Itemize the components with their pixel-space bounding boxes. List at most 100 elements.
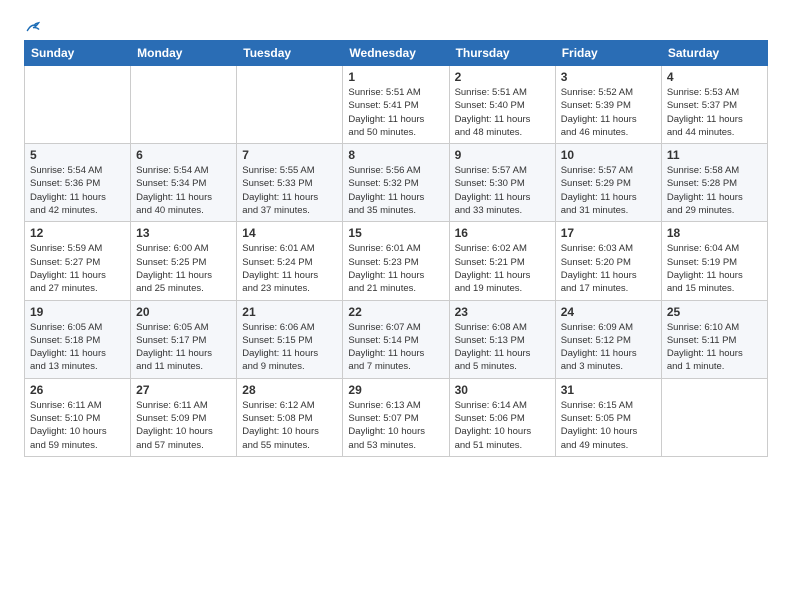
calendar-cell: 14 Sunrise: 6:01 AMSunset: 5:24 PMDayligh… <box>237 222 343 300</box>
cell-content: Sunrise: 6:12 AMSunset: 5:08 PMDaylight:… <box>242 399 337 452</box>
calendar-cell: 5 Sunrise: 5:54 AMSunset: 5:36 PMDaylight… <box>25 144 131 222</box>
calendar-cell: 13Sunrise: 6:00 AMSunset: 5:25 PMDayligh… <box>131 222 237 300</box>
calendar-cell: 17 Sunrise: 6:03 AMSunset: 5:20 PMDayligh… <box>555 222 661 300</box>
day-number: 31 <box>561 383 656 397</box>
calendar-cell: 23 Sunrise: 6:08 AMSunset: 5:13 PMDayligh… <box>449 300 555 378</box>
calendar-cell: 6Sunrise: 5:54 AMSunset: 5:34 PMDaylight… <box>131 144 237 222</box>
cell-content: Sunrise: 6:09 AMSunset: 5:12 PMDaylight:… <box>561 321 656 374</box>
calendar-cell: 1 Sunrise: 5:51 AMSunset: 5:41 PMDaylight… <box>343 66 449 144</box>
calendar-cell: 16 Sunrise: 6:02 AMSunset: 5:21 PMDayligh… <box>449 222 555 300</box>
day-number: 20 <box>136 305 231 319</box>
calendar-cell: 24 Sunrise: 6:09 AMSunset: 5:12 PMDayligh… <box>555 300 661 378</box>
cell-content: Sunrise: 6:03 AMSunset: 5:20 PMDaylight:… <box>561 242 656 295</box>
cell-content: Sunrise: 5:57 AMSunset: 5:29 PMDaylight:… <box>561 164 656 217</box>
cell-content: Sunrise: 6:00 AMSunset: 5:25 PMDaylight:… <box>136 242 231 295</box>
cell-content: Sunrise: 6:07 AMSunset: 5:14 PMDaylight:… <box>348 321 443 374</box>
day-number: 26 <box>30 383 125 397</box>
day-number: 4 <box>667 70 762 84</box>
day-number: 14 <box>242 226 337 240</box>
day-number: 28 <box>242 383 337 397</box>
calendar-cell <box>237 66 343 144</box>
weekday-header-wednesday: Wednesday <box>343 41 449 66</box>
day-number: 10 <box>561 148 656 162</box>
day-number: 12 <box>30 226 125 240</box>
calendar-cell <box>131 66 237 144</box>
day-number: 1 <box>348 70 443 84</box>
day-number: 30 <box>455 383 550 397</box>
page-header <box>24 20 768 34</box>
calendar-cell: 4Sunrise: 5:53 AMSunset: 5:37 PMDaylight… <box>661 66 767 144</box>
cell-content: Sunrise: 5:51 AMSunset: 5:41 PMDaylight:… <box>348 86 443 139</box>
cell-content: Sunrise: 5:52 AMSunset: 5:39 PMDaylight:… <box>561 86 656 139</box>
calendar-cell: 10 Sunrise: 5:57 AMSunset: 5:29 PMDayligh… <box>555 144 661 222</box>
day-number: 18 <box>667 226 762 240</box>
calendar-cell: 15 Sunrise: 6:01 AMSunset: 5:23 PMDayligh… <box>343 222 449 300</box>
calendar-cell: 2 Sunrise: 5:51 AMSunset: 5:40 PMDaylight… <box>449 66 555 144</box>
calendar-week-5: 26 Sunrise: 6:11 AMSunset: 5:10 PMDayligh… <box>25 378 768 456</box>
weekday-header-sunday: Sunday <box>25 41 131 66</box>
cell-content: Sunrise: 6:15 AMSunset: 5:05 PMDaylight:… <box>561 399 656 452</box>
calendar-cell: 8 Sunrise: 5:56 AMSunset: 5:32 PMDaylight… <box>343 144 449 222</box>
logo-bird-icon <box>26 20 40 34</box>
cell-content: Sunrise: 6:01 AMSunset: 5:23 PMDaylight:… <box>348 242 443 295</box>
weekday-header-thursday: Thursday <box>449 41 555 66</box>
calendar-cell: 3 Sunrise: 5:52 AMSunset: 5:39 PMDaylight… <box>555 66 661 144</box>
cell-content: Sunrise: 5:54 AMSunset: 5:36 PMDaylight:… <box>30 164 125 217</box>
calendar-week-3: 12Sunrise: 5:59 AMSunset: 5:27 PMDayligh… <box>25 222 768 300</box>
calendar-cell: 19 Sunrise: 6:05 AMSunset: 5:18 PMDayligh… <box>25 300 131 378</box>
calendar-week-4: 19 Sunrise: 6:05 AMSunset: 5:18 PMDayligh… <box>25 300 768 378</box>
calendar-cell: 11Sunrise: 5:58 AMSunset: 5:28 PMDayligh… <box>661 144 767 222</box>
day-number: 3 <box>561 70 656 84</box>
cell-content: Sunrise: 6:08 AMSunset: 5:13 PMDaylight:… <box>455 321 550 374</box>
weekday-header-tuesday: Tuesday <box>237 41 343 66</box>
day-number: 8 <box>348 148 443 162</box>
calendar-cell: 9 Sunrise: 5:57 AMSunset: 5:30 PMDaylight… <box>449 144 555 222</box>
day-number: 11 <box>667 148 762 162</box>
day-number: 9 <box>455 148 550 162</box>
day-number: 25 <box>667 305 762 319</box>
cell-content: Sunrise: 6:11 AMSunset: 5:10 PMDaylight:… <box>30 399 125 452</box>
day-number: 27 <box>136 383 231 397</box>
weekday-header-monday: Monday <box>131 41 237 66</box>
calendar-cell: 25 Sunrise: 6:10 AMSunset: 5:11 PMDayligh… <box>661 300 767 378</box>
logo <box>24 20 40 34</box>
calendar-cell: 26 Sunrise: 6:11 AMSunset: 5:10 PMDayligh… <box>25 378 131 456</box>
day-number: 23 <box>455 305 550 319</box>
cell-content: Sunrise: 5:57 AMSunset: 5:30 PMDaylight:… <box>455 164 550 217</box>
cell-content: Sunrise: 6:05 AMSunset: 5:17 PMDaylight:… <box>136 321 231 374</box>
day-number: 16 <box>455 226 550 240</box>
day-number: 21 <box>242 305 337 319</box>
calendar-cell: 22Sunrise: 6:07 AMSunset: 5:14 PMDayligh… <box>343 300 449 378</box>
day-number: 24 <box>561 305 656 319</box>
weekday-header-friday: Friday <box>555 41 661 66</box>
calendar-cell: 31 Sunrise: 6:15 AMSunset: 5:05 PMDayligh… <box>555 378 661 456</box>
cell-content: Sunrise: 5:56 AMSunset: 5:32 PMDaylight:… <box>348 164 443 217</box>
cell-content: Sunrise: 5:55 AMSunset: 5:33 PMDaylight:… <box>242 164 337 217</box>
day-number: 2 <box>455 70 550 84</box>
cell-content: Sunrise: 6:10 AMSunset: 5:11 PMDaylight:… <box>667 321 762 374</box>
cell-content: Sunrise: 5:54 AMSunset: 5:34 PMDaylight:… <box>136 164 231 217</box>
calendar-week-2: 5 Sunrise: 5:54 AMSunset: 5:36 PMDaylight… <box>25 144 768 222</box>
day-number: 15 <box>348 226 443 240</box>
calendar-cell <box>25 66 131 144</box>
cell-content: Sunrise: 6:06 AMSunset: 5:15 PMDaylight:… <box>242 321 337 374</box>
cell-content: Sunrise: 6:05 AMSunset: 5:18 PMDaylight:… <box>30 321 125 374</box>
calendar-cell <box>661 378 767 456</box>
calendar-cell: 28 Sunrise: 6:12 AMSunset: 5:08 PMDayligh… <box>237 378 343 456</box>
cell-content: Sunrise: 5:51 AMSunset: 5:40 PMDaylight:… <box>455 86 550 139</box>
calendar-week-1: 1 Sunrise: 5:51 AMSunset: 5:41 PMDaylight… <box>25 66 768 144</box>
calendar-cell: 21 Sunrise: 6:06 AMSunset: 5:15 PMDayligh… <box>237 300 343 378</box>
cell-content: Sunrise: 6:13 AMSunset: 5:07 PMDaylight:… <box>348 399 443 452</box>
calendar-cell: 20 Sunrise: 6:05 AMSunset: 5:17 PMDayligh… <box>131 300 237 378</box>
day-number: 17 <box>561 226 656 240</box>
cell-content: Sunrise: 6:11 AMSunset: 5:09 PMDaylight:… <box>136 399 231 452</box>
calendar-table: SundayMondayTuesdayWednesdayThursdayFrid… <box>24 40 768 457</box>
weekday-header-saturday: Saturday <box>661 41 767 66</box>
calendar-cell: 18Sunrise: 6:04 AMSunset: 5:19 PMDayligh… <box>661 222 767 300</box>
day-number: 19 <box>30 305 125 319</box>
calendar-cell: 27 Sunrise: 6:11 AMSunset: 5:09 PMDayligh… <box>131 378 237 456</box>
cell-content: Sunrise: 6:02 AMSunset: 5:21 PMDaylight:… <box>455 242 550 295</box>
calendar-cell: 30Sunrise: 6:14 AMSunset: 5:06 PMDayligh… <box>449 378 555 456</box>
cell-content: Sunrise: 6:01 AMSunset: 5:24 PMDaylight:… <box>242 242 337 295</box>
day-number: 5 <box>30 148 125 162</box>
